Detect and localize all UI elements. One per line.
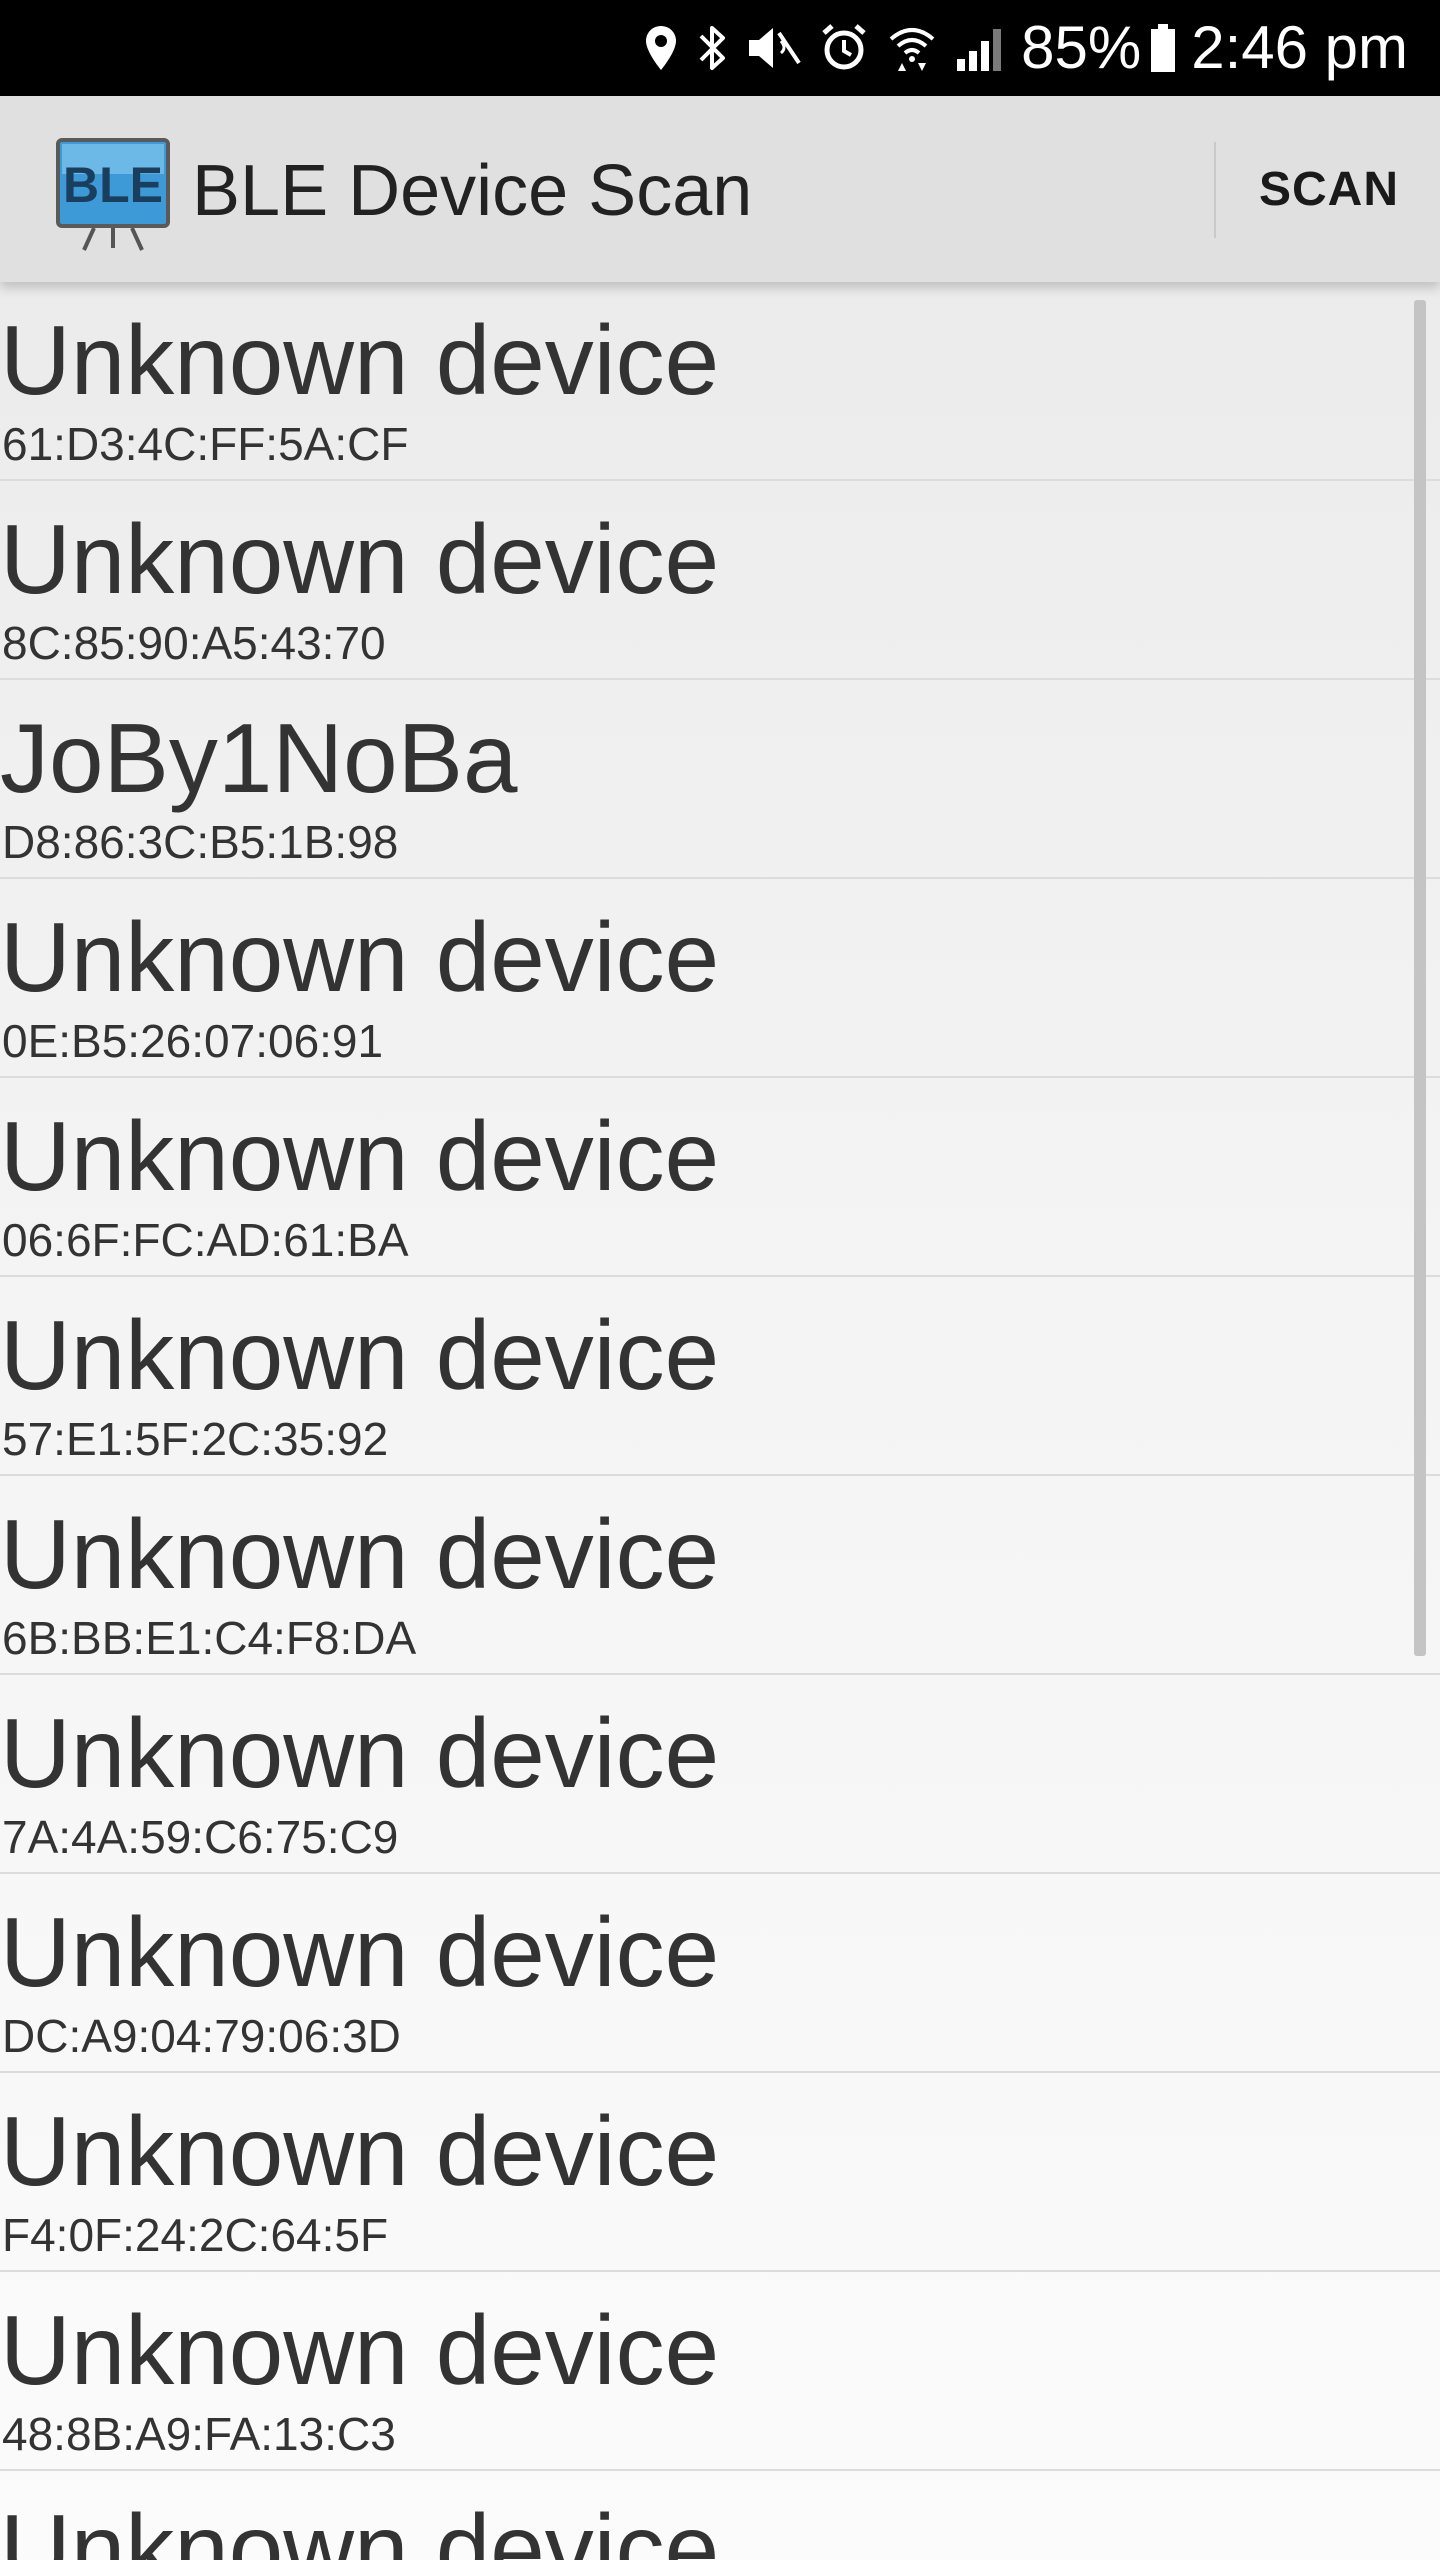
device-address: F4:0F:24:2C:64:5F [2, 2209, 389, 2261]
app-logo-text: BLE [63, 157, 163, 213]
device-name: Unknown device [0, 2494, 720, 2560]
device-name: Unknown device [0, 2096, 720, 2206]
app-bar: BLE BLE Device Scan SCAN [0, 96, 1440, 282]
scrollbar[interactable] [1414, 300, 1426, 1656]
device-name: Unknown device [0, 1897, 720, 2007]
clock: 2:46 pm [1191, 14, 1408, 81]
device-list-item[interactable]: Unknown device 0E:B5:26:07:06:91 [0, 879, 1440, 1078]
status-icons: 85% 2:46 pm [625, 0, 1408, 96]
device-list-item[interactable]: Unknown device DC:A9:04:79:06:3D [0, 1874, 1440, 2073]
device-address: 0E:B5:26:07:06:91 [2, 1015, 384, 1067]
device-address: 06:6F:FC:AD:61:BA [2, 1214, 409, 1266]
device-list-item[interactable]: Unknown device 48:8B:A9:FA:13:C3 [0, 2272, 1440, 2471]
device-name: Unknown device [0, 1499, 720, 1609]
battery-percent: 85% [1021, 14, 1142, 81]
device-address: 7A:4A:59:C6:75:C9 [2, 1811, 399, 1863]
device-list-item[interactable]: Unknown device [0, 2471, 1440, 2560]
mute-icon [745, 0, 801, 96]
wifi-icon [887, 0, 937, 96]
device-name: Unknown device [0, 2295, 720, 2405]
app-logo-icon: BLE [54, 136, 172, 254]
bluetooth-icon [697, 0, 727, 96]
device-list[interactable]: Unknown device 61:D3:4C:FF:5A:CF Unknown d… [0, 282, 1440, 2560]
device-name: JoBy1NoBa [0, 703, 518, 813]
device-address: 8C:85:90:A5:43:70 [2, 617, 386, 669]
signal-icon [955, 0, 1007, 96]
battery-icon [1149, 0, 1177, 96]
device-address: 57:E1:5F:2C:35:92 [2, 1413, 389, 1465]
device-list-item[interactable]: Unknown device 8C:85:90:A5:43:70 [0, 481, 1440, 680]
device-list-item[interactable]: Unknown device 06:6F:FC:AD:61:BA [0, 1078, 1440, 1277]
device-address: 48:8B:A9:FA:13:C3 [2, 2408, 396, 2460]
device-list-item[interactable]: JoBy1NoBa D8:86:3C:B5:1B:98 [0, 680, 1440, 879]
device-name: Unknown device [0, 504, 720, 614]
device-address: DC:A9:04:79:06:3D [2, 2010, 401, 2062]
device-list-item[interactable]: Unknown device 57:E1:5F:2C:35:92 [0, 1277, 1440, 1476]
device-list-item[interactable]: Unknown device 6B:BB:E1:C4:F8:DA [0, 1476, 1440, 1675]
device-address: D8:86:3C:B5:1B:98 [2, 816, 399, 868]
device-list-item[interactable]: Unknown device F4:0F:24:2C:64:5F [0, 2073, 1440, 2272]
location-icon [643, 0, 679, 96]
device-address: 6B:BB:E1:C4:F8:DA [2, 1612, 417, 1664]
device-name: Unknown device [0, 1698, 720, 1808]
device-address: 61:D3:4C:FF:5A:CF [2, 418, 409, 470]
scan-button[interactable]: SCAN [1218, 116, 1440, 262]
app-title: BLE Device Scan [192, 151, 753, 231]
device-name: Unknown device [0, 305, 720, 415]
device-name: Unknown device [0, 1300, 720, 1410]
status-bar: 85% 2:46 pm [0, 0, 1440, 96]
alarm-icon [819, 0, 869, 96]
action-divider [1214, 142, 1216, 238]
device-name: Unknown device [0, 1101, 720, 1211]
device-list-item[interactable]: Unknown device 61:D3:4C:FF:5A:CF [0, 282, 1440, 481]
device-list-item[interactable]: Unknown device 7A:4A:59:C6:75:C9 [0, 1675, 1440, 1874]
device-name: Unknown device [0, 902, 720, 1012]
